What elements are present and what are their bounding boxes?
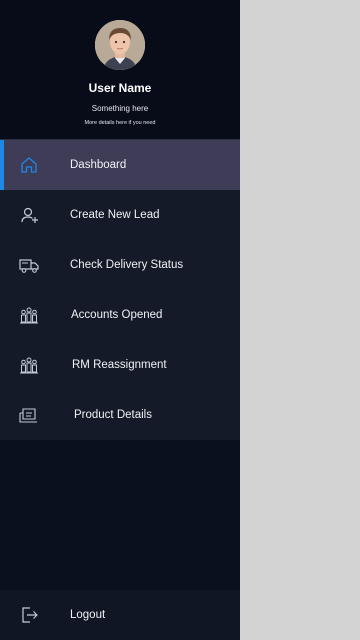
menu-label-check-delivery-status: Check Delivery Status: [70, 259, 184, 271]
menu-label-rm-reassignment: RM Reassignment: [72, 359, 167, 371]
logout-label: Logout: [70, 609, 106, 621]
menu-item-dashboard[interactable]: Dashboard: [0, 140, 240, 190]
delivery-truck-icon: [19, 259, 39, 273]
user-details: More details here if you need: [84, 120, 156, 126]
menu-label-create-new-lead: Create New Lead: [70, 209, 160, 221]
logout-icon: [22, 607, 38, 623]
active-indicator: [0, 140, 4, 190]
user-subtitle: Something here: [91, 104, 149, 113]
home-icon: [21, 157, 37, 173]
user-name: User Name: [88, 81, 152, 95]
logout-button[interactable]: Logout: [0, 590, 240, 640]
product-box-icon: [19, 408, 37, 423]
content-scrim[interactable]: [240, 0, 360, 640]
menu-item-create-new-lead[interactable]: Create New Lead: [0, 190, 240, 240]
menu-item-check-delivery-status[interactable]: Check Delivery Status: [0, 240, 240, 290]
people-group-icon: [20, 357, 38, 374]
menu-item-product-details[interactable]: Product Details: [0, 390, 240, 440]
profile-header: User Name Something here More details he…: [0, 0, 240, 140]
add-user-icon: [21, 207, 38, 223]
menu-list: Dashboard Create New Lead Check Delivery…: [0, 140, 240, 440]
menu-label-product-details: Product Details: [74, 409, 152, 421]
menu-label-accounts-opened: Accounts Opened: [71, 309, 163, 321]
people-group-icon: [20, 307, 38, 324]
menu-item-rm-reassignment[interactable]: RM Reassignment: [0, 340, 240, 390]
avatar-image: [95, 20, 145, 70]
user-avatar[interactable]: [95, 20, 145, 70]
menu-label-dashboard: Dashboard: [70, 159, 127, 171]
menu-item-accounts-opened[interactable]: Accounts Opened: [0, 290, 240, 340]
navigation-drawer: User Name Something here More details he…: [0, 0, 240, 640]
